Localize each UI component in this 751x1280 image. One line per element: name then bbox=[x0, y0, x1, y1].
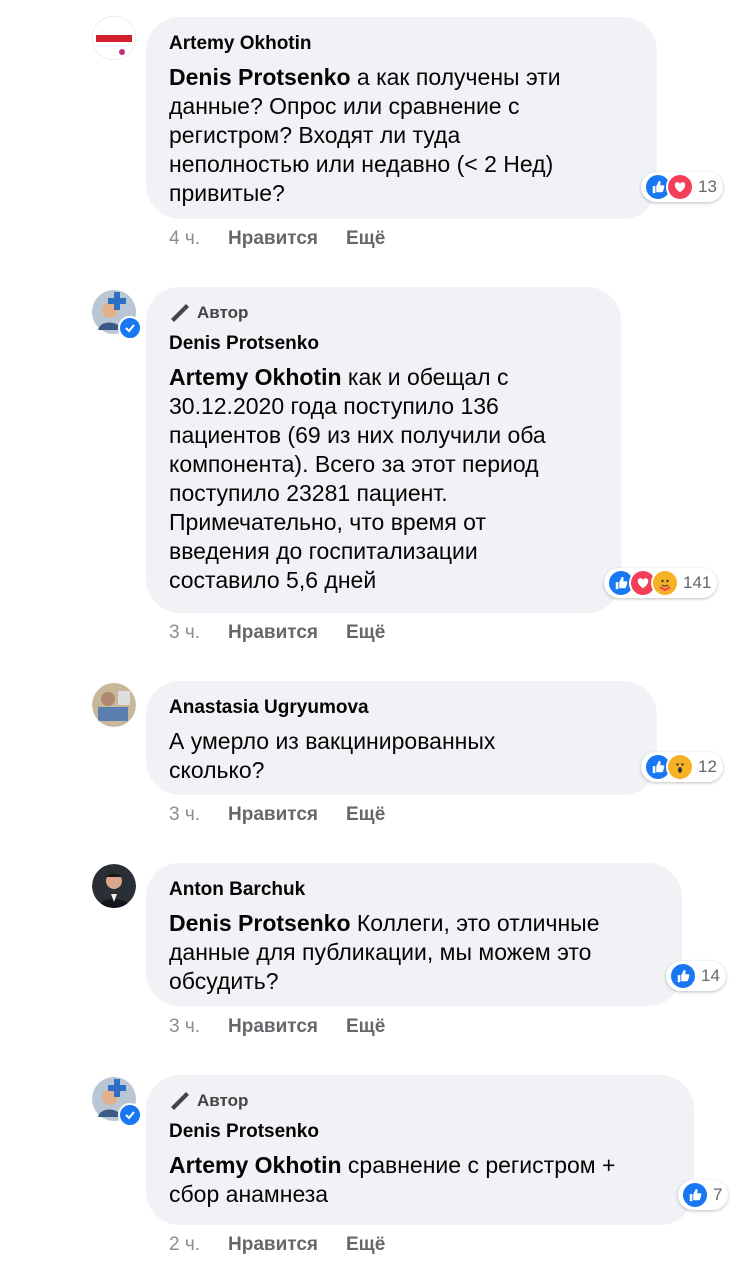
more-link[interactable]: Ещё bbox=[346, 228, 385, 250]
verified-badge-icon bbox=[118, 316, 142, 340]
reactions-summary[interactable]: 7 bbox=[678, 1180, 729, 1210]
timestamp[interactable]: 3 ч. bbox=[169, 804, 200, 826]
mention[interactable]: Denis Protsenko bbox=[169, 64, 351, 90]
verified-badge-icon bbox=[118, 1103, 142, 1127]
more-link[interactable]: Ещё bbox=[346, 1234, 385, 1256]
care-reaction-icon bbox=[651, 569, 679, 597]
avatar[interactable] bbox=[92, 16, 136, 60]
author-label: Автор bbox=[197, 303, 249, 322]
reaction-count: 13 bbox=[698, 177, 717, 196]
avatar[interactable] bbox=[92, 864, 136, 908]
timestamp[interactable]: 4 ч. bbox=[169, 228, 200, 250]
author-badge: Автор bbox=[169, 1091, 670, 1111]
commenter-name[interactable]: Artemy Okhotin bbox=[169, 33, 633, 55]
mention[interactable]: Artemy Okhotin bbox=[169, 1152, 342, 1178]
timestamp[interactable]: 3 ч. bbox=[169, 622, 200, 644]
author-label: Автор bbox=[197, 1091, 249, 1110]
more-link[interactable]: Ещё bbox=[346, 622, 385, 644]
comment-actions: 4 ч. Нравится Ещё bbox=[169, 228, 385, 250]
avatar[interactable] bbox=[92, 290, 142, 340]
reaction-count: 7 bbox=[713, 1185, 723, 1204]
comment-bubble: Anastasia Ugryumova А умерло из вакцинир… bbox=[146, 681, 657, 795]
comment-text: Denis Protsenko а как получены эти данны… bbox=[169, 64, 561, 206]
love-reaction-icon bbox=[666, 173, 694, 201]
comment-bubble: Artemy Okhotin Denis Protsenko а как пол… bbox=[146, 17, 657, 219]
reactions-summary[interactable]: 14 bbox=[666, 961, 726, 991]
wow-reaction-icon bbox=[666, 753, 694, 781]
comment-actions: 2 ч. Нравится Ещё bbox=[169, 1234, 385, 1256]
comment-text: Denis Protsenko Коллеги, это отличные да… bbox=[169, 910, 600, 994]
comment-actions: 3 ч. Нравится Ещё bbox=[169, 1016, 385, 1038]
avatar[interactable] bbox=[92, 1077, 142, 1127]
comment-text: А умерло из вакцинированных сколько? bbox=[169, 728, 496, 783]
reactions-summary[interactable]: 141 bbox=[604, 568, 718, 598]
commenter-name[interactable]: Anton Barchuk bbox=[169, 879, 658, 901]
comment-text: Artemy Okhotin сравнение с регистром + с… bbox=[169, 1152, 616, 1207]
mention[interactable]: Artemy Okhotin bbox=[169, 364, 342, 390]
like-link[interactable]: Нравится bbox=[228, 1016, 318, 1038]
timestamp[interactable]: 3 ч. bbox=[169, 1016, 200, 1038]
comment-bubble: Anton Barchuk Denis Protsenko Коллеги, э… bbox=[146, 863, 682, 1006]
like-reaction-icon bbox=[669, 962, 697, 990]
timestamp[interactable]: 2 ч. bbox=[169, 1234, 200, 1256]
megaphone-icon bbox=[171, 1092, 189, 1110]
like-link[interactable]: Нравится bbox=[228, 804, 318, 826]
comment-actions: 3 ч. Нравится Ещё bbox=[169, 804, 385, 826]
reactions-summary[interactable]: 12 bbox=[641, 752, 723, 782]
megaphone-icon bbox=[171, 304, 189, 322]
reaction-count: 12 bbox=[698, 757, 717, 776]
commenter-name[interactable]: Anastasia Ugryumova bbox=[169, 697, 633, 719]
avatar[interactable] bbox=[92, 683, 136, 727]
comment-text: Artemy Okhotin как и обещал с 30.12.2020… bbox=[169, 364, 546, 593]
commenter-name[interactable]: Denis Protsenko bbox=[169, 1121, 670, 1143]
author-badge: Автор bbox=[169, 303, 597, 323]
comment-bubble: Автор Denis Protsenko Artemy Okhotin как… bbox=[146, 287, 621, 613]
like-link[interactable]: Нравится bbox=[228, 622, 318, 644]
like-link[interactable]: Нравится bbox=[228, 228, 318, 250]
reaction-count: 14 bbox=[701, 966, 720, 985]
reactions-summary[interactable]: 13 bbox=[641, 172, 723, 202]
more-link[interactable]: Ещё bbox=[346, 1016, 385, 1038]
like-reaction-icon bbox=[681, 1181, 709, 1209]
like-link[interactable]: Нравится bbox=[228, 1234, 318, 1256]
mention[interactable]: Denis Protsenko bbox=[169, 910, 351, 936]
commenter-name[interactable]: Denis Protsenko bbox=[169, 333, 597, 355]
reaction-count: 141 bbox=[683, 573, 712, 592]
more-link[interactable]: Ещё bbox=[346, 804, 385, 826]
comment-actions: 3 ч. Нравится Ещё bbox=[169, 622, 385, 644]
comment-bubble: Автор Denis Protsenko Artemy Okhotin сра… bbox=[146, 1075, 694, 1225]
